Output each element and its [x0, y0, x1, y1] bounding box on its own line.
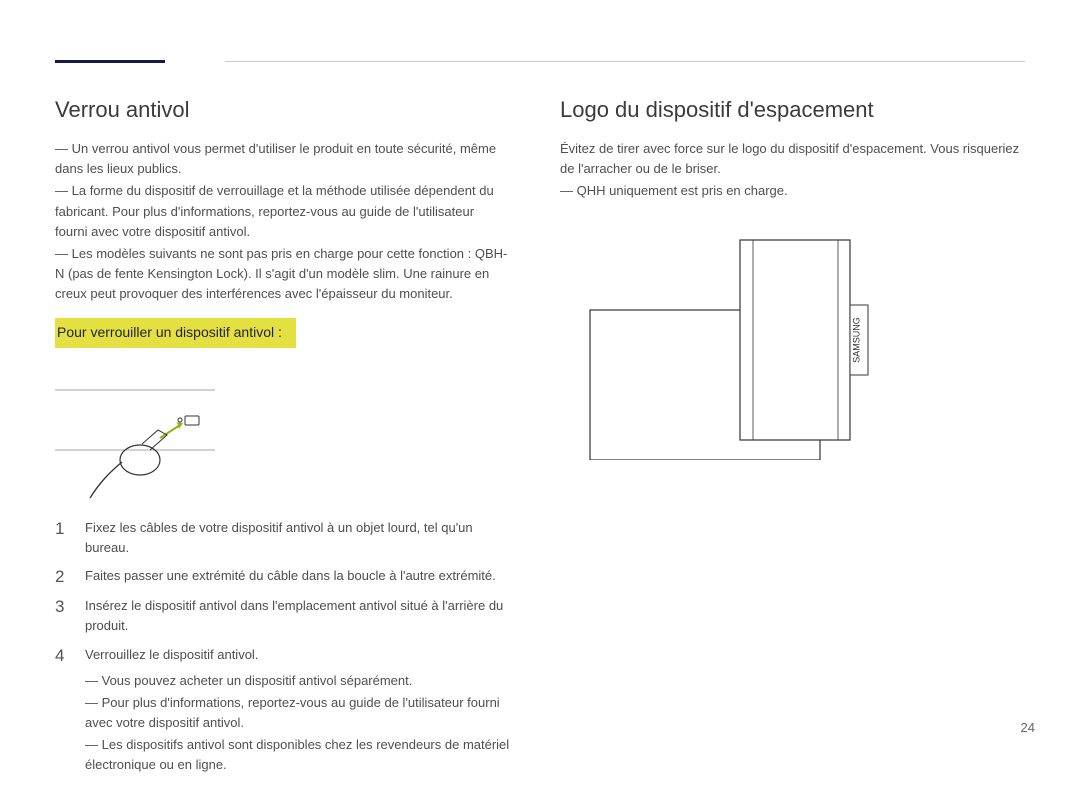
step-item: 3 Insérez le dispositif antivol dans l'e… — [55, 596, 510, 636]
left-notes: ― Un verrou antivol vous permet d'utilis… — [55, 139, 510, 304]
monitor-corner-icon: SAMSUNG — [560, 230, 1025, 460]
note-text: Pour plus d'informations, reportez-vous … — [85, 695, 500, 730]
body-text: Évitez de tirer avec force sur le logo d… — [560, 139, 1025, 179]
left-column: Verrou antivol ― Un verrou antivol vous … — [55, 93, 510, 785]
step-item: 1 Fixez les câbles de votre dispositif a… — [55, 518, 510, 558]
step-number: 3 — [55, 596, 71, 636]
step-text: Faites passer une extrémité du câble dan… — [85, 568, 496, 583]
post-note: ― Pour plus d'informations, reportez-vou… — [85, 693, 510, 733]
step-number: 1 — [55, 518, 71, 558]
lock-icon — [55, 380, 215, 500]
heading-right: Logo du dispositif d'espacement — [560, 93, 1025, 127]
step-number: 4 — [55, 645, 71, 778]
step-text: Insérez le dispositif antivol dans l'emp… — [85, 598, 503, 633]
body-note: ― QHH uniquement est pris en charge. — [560, 181, 1025, 201]
step-item: 4 Verrouillez le dispositif antivol. ― V… — [55, 645, 510, 778]
page-number: 24 — [1021, 718, 1035, 738]
samsung-logo-text: SAMSUNG — [852, 317, 862, 363]
subheading-highlight: Pour verrouiller un dispositif antivol : — [55, 318, 296, 348]
right-column: Logo du dispositif d'espacement Évitez d… — [560, 93, 1025, 785]
note-line: ― La forme du dispositif de verrouillage… — [55, 181, 510, 241]
note-text: Les modèles suivants ne sont pas pris en… — [55, 246, 507, 301]
post-note: ― Vous pouvez acheter un dispositif anti… — [85, 671, 510, 691]
page-top-rule — [55, 55, 1025, 75]
step-item: 2 Faites passer une extrémité du câble d… — [55, 566, 510, 588]
note-text: QHH uniquement est pris en charge. — [577, 183, 788, 198]
rule-accent — [55, 60, 165, 63]
note-text: Un verrou antivol vous permet d'utiliser… — [55, 141, 496, 176]
step-number: 2 — [55, 566, 71, 588]
step-text: Verrouillez le dispositif antivol. — [85, 647, 258, 662]
step-text: Fixez les câbles de votre dispositif ant… — [85, 520, 473, 555]
note-line: ― Les modèles suivants ne sont pas pris … — [55, 244, 510, 304]
note-text: Vous pouvez acheter un dispositif antivo… — [102, 673, 413, 688]
figure-lock — [55, 380, 215, 500]
steps-list: 1 Fixez les câbles de votre dispositif a… — [55, 518, 510, 778]
note-text: La forme du dispositif de verrouillage e… — [55, 183, 494, 238]
note-line: ― Un verrou antivol vous permet d'utilis… — [55, 139, 510, 179]
rule-line — [225, 61, 1025, 62]
figure-logo-spacer: SAMSUNG — [560, 230, 1025, 466]
post-note: ― Les dispositifs antivol sont disponibl… — [85, 735, 510, 775]
note-text: Les dispositifs antivol sont disponibles… — [85, 737, 509, 772]
heading-left: Verrou antivol — [55, 93, 510, 127]
